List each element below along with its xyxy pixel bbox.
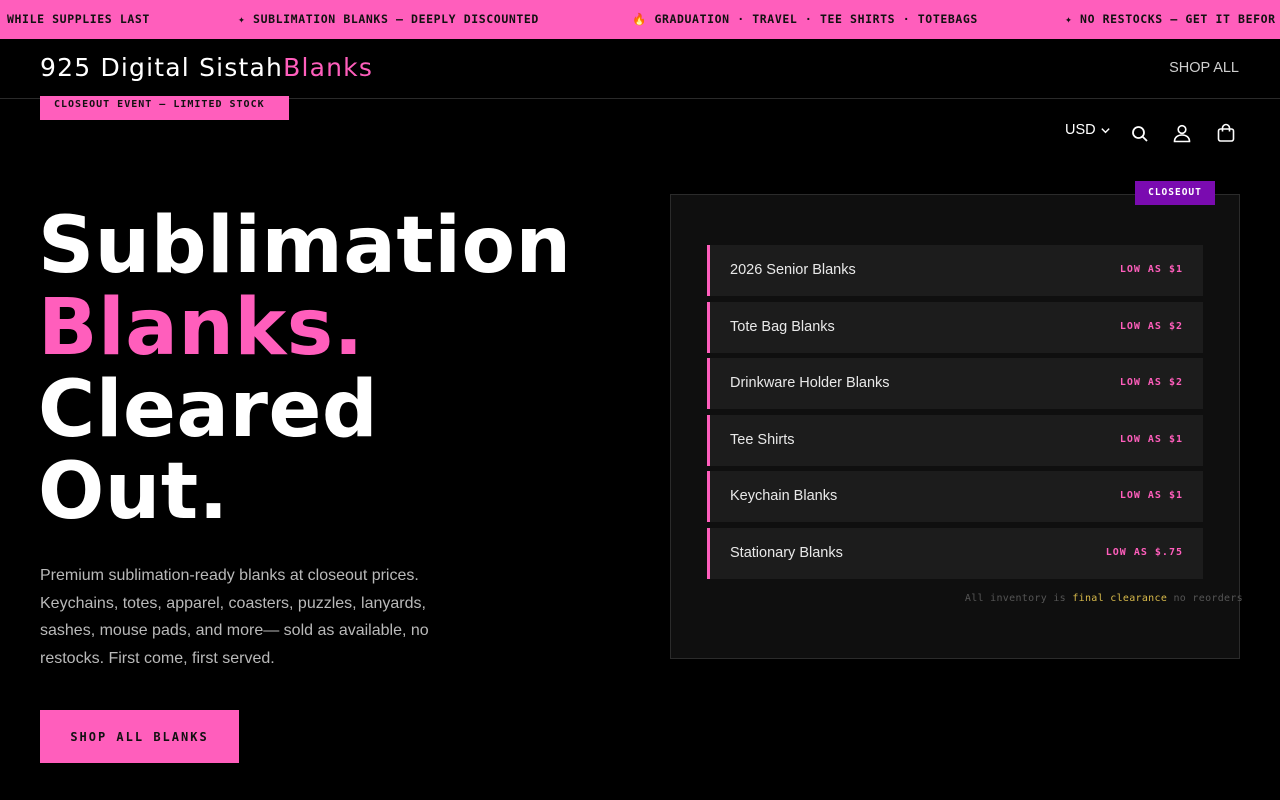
shop-all-blanks-button[interactable]: SHOP ALL BLANKS xyxy=(40,710,239,763)
account-button[interactable] xyxy=(1172,123,1192,143)
chevron-down-icon xyxy=(1100,127,1110,133)
item-price: LOW AS $.75 xyxy=(1105,546,1183,558)
logo-accent-text: Blanks xyxy=(283,53,374,82)
ticker-item: 🔥 GRADUATION · TRAVEL · TEE SHIRTS · TOT… xyxy=(632,12,978,26)
hero-title-line-accent: Blanks. xyxy=(38,283,364,373)
announcement-ticker: WHILE SUPPLIES LAST ✦ SUBLIMATION BLANKS… xyxy=(0,0,1280,39)
hero-description: Premium sublimation-ready blanks at clos… xyxy=(40,567,429,667)
clearance-note: All inventory is final clearance no reor… xyxy=(965,593,1243,604)
ticker-item: ✦ SUBLIMATION BLANKS — DEEPLY DISCOUNTED xyxy=(238,12,539,26)
hero-title-line: Cleared xyxy=(38,365,379,455)
search-icon xyxy=(1132,126,1148,142)
item-price: LOW AS $2 xyxy=(1119,320,1183,332)
ticker-item: WHILE SUPPLIES LAST xyxy=(7,12,150,26)
item-name: Stationary Blanks xyxy=(730,544,843,561)
closeout-list-item[interactable]: Stationary Blanks LOW AS $.75 xyxy=(707,527,1203,579)
currency-label: USD xyxy=(1065,122,1096,138)
site-header: 925 Digital SistahBlanks SHOP ALL xyxy=(0,39,1280,99)
account-icon xyxy=(1173,124,1191,143)
shop-all-link[interactable]: SHOP ALL xyxy=(1169,60,1239,76)
item-name: Tote Bag Blanks xyxy=(730,318,835,335)
hero-title-line: Sublimation xyxy=(38,201,572,291)
hero-title-line: Out. xyxy=(38,447,229,537)
ticker-item: ✦ NO RESTOCKS — GET IT BEFOR xyxy=(1065,12,1276,26)
closeout-list-item[interactable]: Tote Bag Blanks LOW AS $2 xyxy=(707,301,1203,353)
site-logo[interactable]: 925 Digital SistahBlanks xyxy=(40,53,373,82)
item-price: LOW AS $1 xyxy=(1119,264,1183,275)
hero-title: Sublimation Blanks. Cleared Out. xyxy=(38,205,572,533)
cart-icon xyxy=(1217,123,1235,142)
note-highlight: final clearance xyxy=(1072,593,1168,604)
cart-button[interactable] xyxy=(1216,123,1236,143)
closeout-badge: CLOSEOUT xyxy=(1135,181,1215,205)
item-price: LOW AS $1 xyxy=(1119,490,1183,501)
closeout-list-item[interactable]: Tee Shirts LOW AS $1 xyxy=(707,414,1203,466)
item-name: Drinkware Holder Blanks xyxy=(730,375,890,391)
closeout-list-item[interactable]: Keychain Blanks LOW AS $1 xyxy=(707,471,1203,522)
item-name: Tee Shirts xyxy=(730,431,795,448)
note-text: All inventory is xyxy=(964,593,1073,604)
item-price: LOW AS $1 xyxy=(1119,433,1183,445)
note-text: no reorders xyxy=(1167,593,1243,604)
closeout-event-tag: CLOSEOUT EVENT — LIMITED STOCK xyxy=(40,96,289,120)
closeout-list-item[interactable]: Drinkware Holder Blanks LOW AS $2 xyxy=(707,358,1203,409)
closeout-list: 2026 Senior Blanks LOW AS $1 Tote Bag Bl… xyxy=(707,245,1203,584)
item-price: LOW AS $2 xyxy=(1119,377,1183,388)
item-name: 2026 Senior Blanks xyxy=(730,262,856,278)
search-button[interactable] xyxy=(1130,124,1150,144)
currency-selector[interactable]: USD xyxy=(1065,122,1111,138)
logo-main-text: 925 Digital Sistah xyxy=(40,53,284,82)
item-name: Keychain Blanks xyxy=(730,488,838,504)
closeout-list-item[interactable]: 2026 Senior Blanks LOW AS $1 xyxy=(707,245,1203,296)
